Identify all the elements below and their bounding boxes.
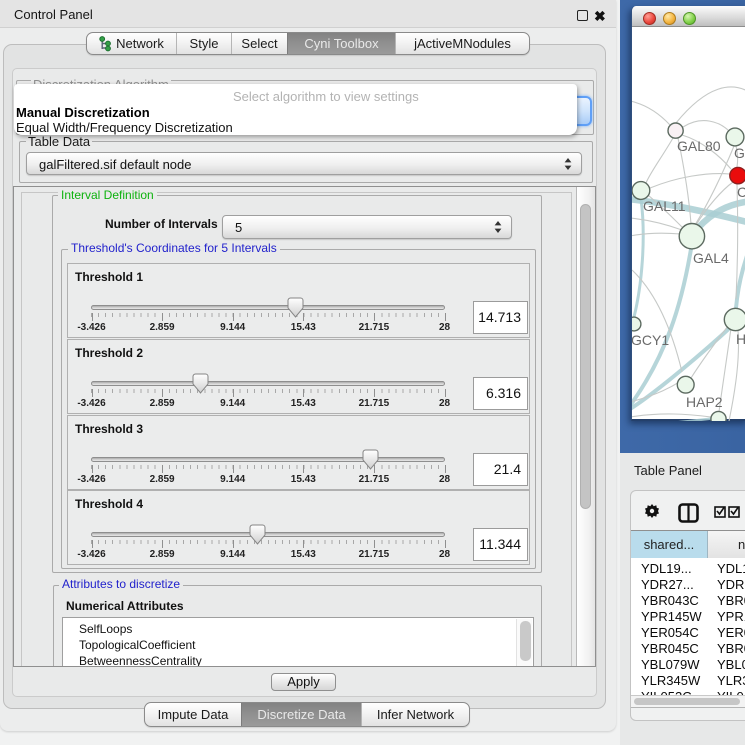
svg-text:GCY1: GCY1 <box>632 332 669 348</box>
svg-text:C: C <box>737 184 745 200</box>
svg-text:GA: GA <box>734 145 745 161</box>
svg-text:H: H <box>736 331 745 347</box>
svg-text:GAL11: GAL11 <box>643 198 686 214</box>
svg-text:HAP2: HAP2 <box>686 394 723 410</box>
svg-text:GAL4: GAL4 <box>693 250 729 266</box>
svg-text:GAL80: GAL80 <box>677 138 721 154</box>
